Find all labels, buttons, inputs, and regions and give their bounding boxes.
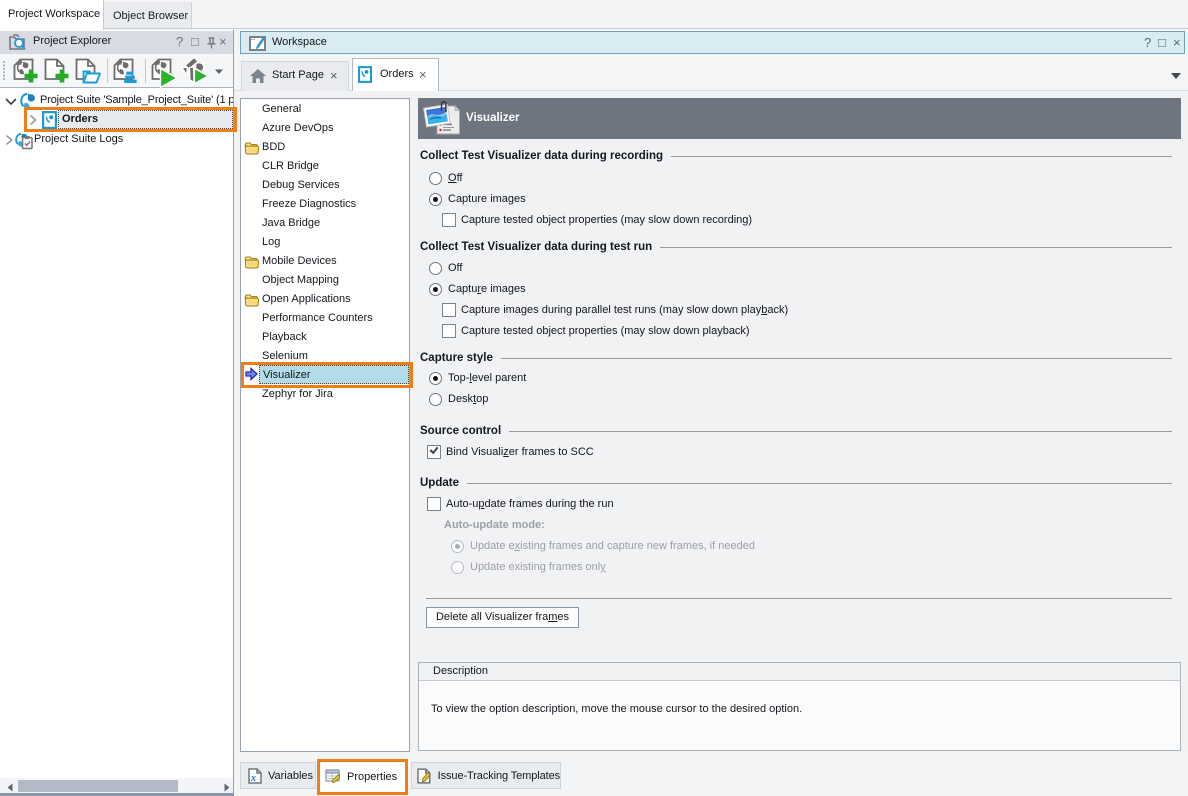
svg-text:x: x — [250, 773, 256, 784]
